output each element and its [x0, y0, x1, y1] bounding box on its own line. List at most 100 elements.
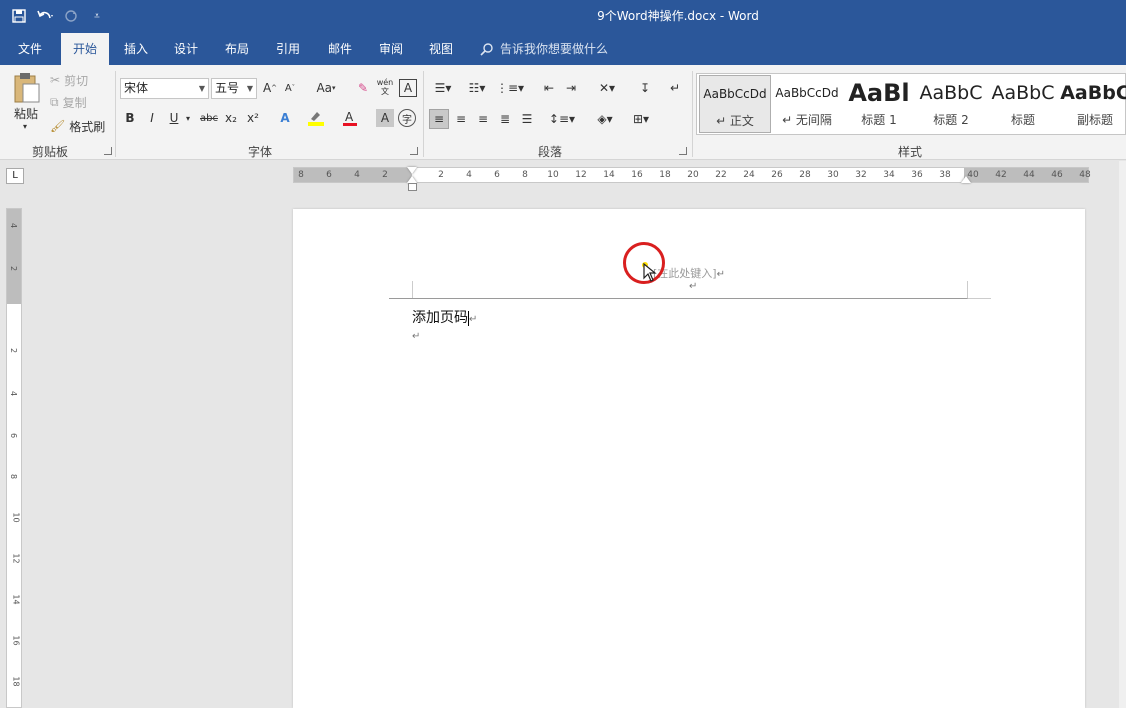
tell-me-text: 告诉我你想要做什么: [500, 42, 609, 56]
search-icon: [480, 43, 493, 56]
tab-selector[interactable]: L: [6, 168, 24, 184]
title-bar: ⩡ 9个Word神操作.docx - Word: [0, 0, 1126, 33]
increase-indent-icon[interactable]: ⇥: [562, 79, 580, 97]
left-indent-marker[interactable]: [408, 183, 417, 191]
decrease-indent-icon[interactable]: ⇤: [540, 79, 558, 97]
line-spacing-icon[interactable]: ↕≡▾: [548, 109, 576, 129]
character-border-button[interactable]: A: [399, 79, 417, 97]
header-corner-left: [389, 281, 413, 299]
ruler-tick-label: 8: [522, 170, 528, 180]
underline-dropdown-icon[interactable]: ▾: [183, 109, 193, 127]
style-heading-1[interactable]: AaBl 标题 1: [843, 75, 915, 133]
scissors-icon: ✂: [50, 73, 61, 87]
font-size-combo[interactable]: 五号 ▼: [211, 78, 257, 99]
ruler-tick-label: 22: [715, 170, 727, 180]
ruler-tick-label: 6: [494, 170, 500, 180]
hanging-indent-marker[interactable]: [407, 176, 417, 183]
paste-button[interactable]: 粘贴: [8, 105, 44, 121]
strikethrough-button[interactable]: abc: [198, 109, 220, 127]
subscript-button[interactable]: x₂: [223, 109, 239, 127]
cut-button[interactable]: ✂ 剪切: [50, 71, 88, 89]
tab-references[interactable]: 引用: [266, 33, 310, 65]
ruler-tick-label: 6: [326, 170, 332, 180]
underline-button[interactable]: U: [166, 109, 182, 127]
body-text[interactable]: 添加页码↵: [412, 307, 477, 327]
grow-font-button[interactable]: A ^: [262, 79, 278, 97]
styles-group-label: 样式: [897, 145, 922, 159]
superscript-button[interactable]: x²: [245, 109, 261, 127]
borders-icon[interactable]: ⊞▾: [626, 109, 656, 129]
multilevel-list-icon[interactable]: ⋮≡▾: [496, 79, 524, 97]
align-left-icon[interactable]: ≡: [429, 109, 449, 129]
tab-review[interactable]: 审阅: [369, 33, 413, 65]
text-effects-icon[interactable]: A: [276, 109, 294, 127]
ruler-tick-label: 42: [995, 170, 1007, 180]
vertical-ruler-tick-label: 6: [9, 432, 19, 439]
tab-design[interactable]: 设计: [164, 33, 208, 65]
group-divider: [423, 71, 424, 157]
distributed-icon[interactable]: ☰: [518, 109, 536, 129]
ruler-tick-label: 38: [939, 170, 951, 180]
tab-mailings[interactable]: 邮件: [318, 33, 362, 65]
clear-formatting-icon[interactable]: ✎: [354, 79, 372, 97]
style-subtitle[interactable]: AaBbC 副标题: [1059, 75, 1126, 133]
ruler-tick-label: 32: [855, 170, 867, 180]
enclose-characters-button[interactable]: 字: [398, 109, 416, 127]
vertical-scrollbar[interactable]: [1119, 161, 1126, 708]
paste-icon[interactable]: [8, 71, 44, 105]
style-title[interactable]: AaBbC 标题: [987, 75, 1059, 133]
justify-icon[interactable]: ≣: [496, 109, 514, 129]
copy-button[interactable]: ⧉ 复制: [50, 93, 87, 111]
chevron-down-icon: ▼: [198, 84, 205, 93]
italic-button[interactable]: I: [144, 109, 160, 127]
shrink-font-button[interactable]: Aˇ: [282, 79, 298, 97]
phonetic-guide-button[interactable]: wén 文: [376, 77, 394, 97]
change-case-button[interactable]: Aa ▾: [312, 79, 340, 97]
empty-paragraph-mark: ↵: [412, 331, 421, 342]
document-page[interactable]: [在此处键入]↵ ↵ 添加页码↵ ↵: [293, 209, 1085, 708]
font-group-label: 字体: [247, 145, 272, 159]
tell-me-box[interactable]: 告诉我你想要做什么: [480, 33, 608, 65]
style-no-spacing[interactable]: AaBbCcDd ↵ 无间隔: [771, 75, 843, 133]
style-heading-2[interactable]: AaBbC 标题 2: [915, 75, 987, 133]
tab-layout[interactable]: 布局: [215, 33, 259, 65]
vertical-ruler-tick-label: 8: [9, 473, 19, 480]
tab-insert[interactable]: 插入: [114, 33, 158, 65]
ruler-margin-left: [294, 168, 412, 182]
tab-home[interactable]: 开始: [61, 33, 109, 65]
font-color-icon[interactable]: A: [341, 109, 359, 127]
horizontal-ruler[interactable]: 8 6 4 2 2 4 6 8 10 12 14 16 18 20 22 24 26 28 30 32 34 36 38 40…: [293, 167, 1091, 191]
tab-view[interactable]: 视图: [419, 33, 463, 65]
ruler-tick-label: 4: [466, 170, 472, 180]
highlight-icon[interactable]: [306, 109, 326, 127]
vertical-ruler[interactable]: 4 2 2 4 6 8 10 12 14 16 18: [6, 208, 22, 708]
ruler-tick-label: 10: [547, 170, 559, 180]
vertical-ruler-tick-label: 10: [11, 512, 21, 523]
clipboard-launcher-icon[interactable]: [104, 147, 112, 155]
ruler-tick-label: 46: [1051, 170, 1063, 180]
font-launcher-icon[interactable]: [410, 147, 418, 155]
numbering-icon[interactable]: ☷▾: [464, 79, 490, 97]
format-painter-button[interactable]: 🖌 格式刷: [50, 117, 105, 135]
paragraph-launcher-icon[interactable]: [679, 147, 687, 155]
first-line-indent-marker[interactable]: [407, 167, 417, 174]
show-marks-icon[interactable]: ↵: [666, 79, 684, 97]
tab-file[interactable]: 文件: [8, 33, 52, 65]
align-right-icon[interactable]: ≡: [474, 109, 492, 129]
styles-gallery: AaBbCcDd ↵ 正文 AaBbCcDd ↵ 无间隔 AaBl 标题 1 A…: [696, 73, 1126, 135]
shading-icon[interactable]: ◈▾: [590, 109, 620, 129]
align-center-icon[interactable]: ≡: [452, 109, 470, 129]
chinese-layout-icon[interactable]: ✕▾: [594, 79, 620, 97]
bold-button[interactable]: B: [122, 109, 138, 127]
mouse-cursor-icon: [643, 263, 657, 282]
character-shading-button[interactable]: A: [376, 109, 394, 127]
clipboard-group-label: 剪贴板: [31, 145, 68, 159]
font-name-combo[interactable]: 宋体 ▼: [120, 78, 209, 99]
paste-dropdown-icon[interactable]: ▾: [18, 121, 32, 131]
ruler-tick-label: 36: [911, 170, 923, 180]
sort-icon[interactable]: ↧: [636, 79, 654, 97]
bullets-icon[interactable]: ☰▾: [430, 79, 456, 97]
right-indent-marker[interactable]: [961, 176, 971, 183]
ruler-tick-label: 20: [687, 170, 699, 180]
style-normal[interactable]: AaBbCcDd ↵ 正文: [699, 75, 771, 133]
